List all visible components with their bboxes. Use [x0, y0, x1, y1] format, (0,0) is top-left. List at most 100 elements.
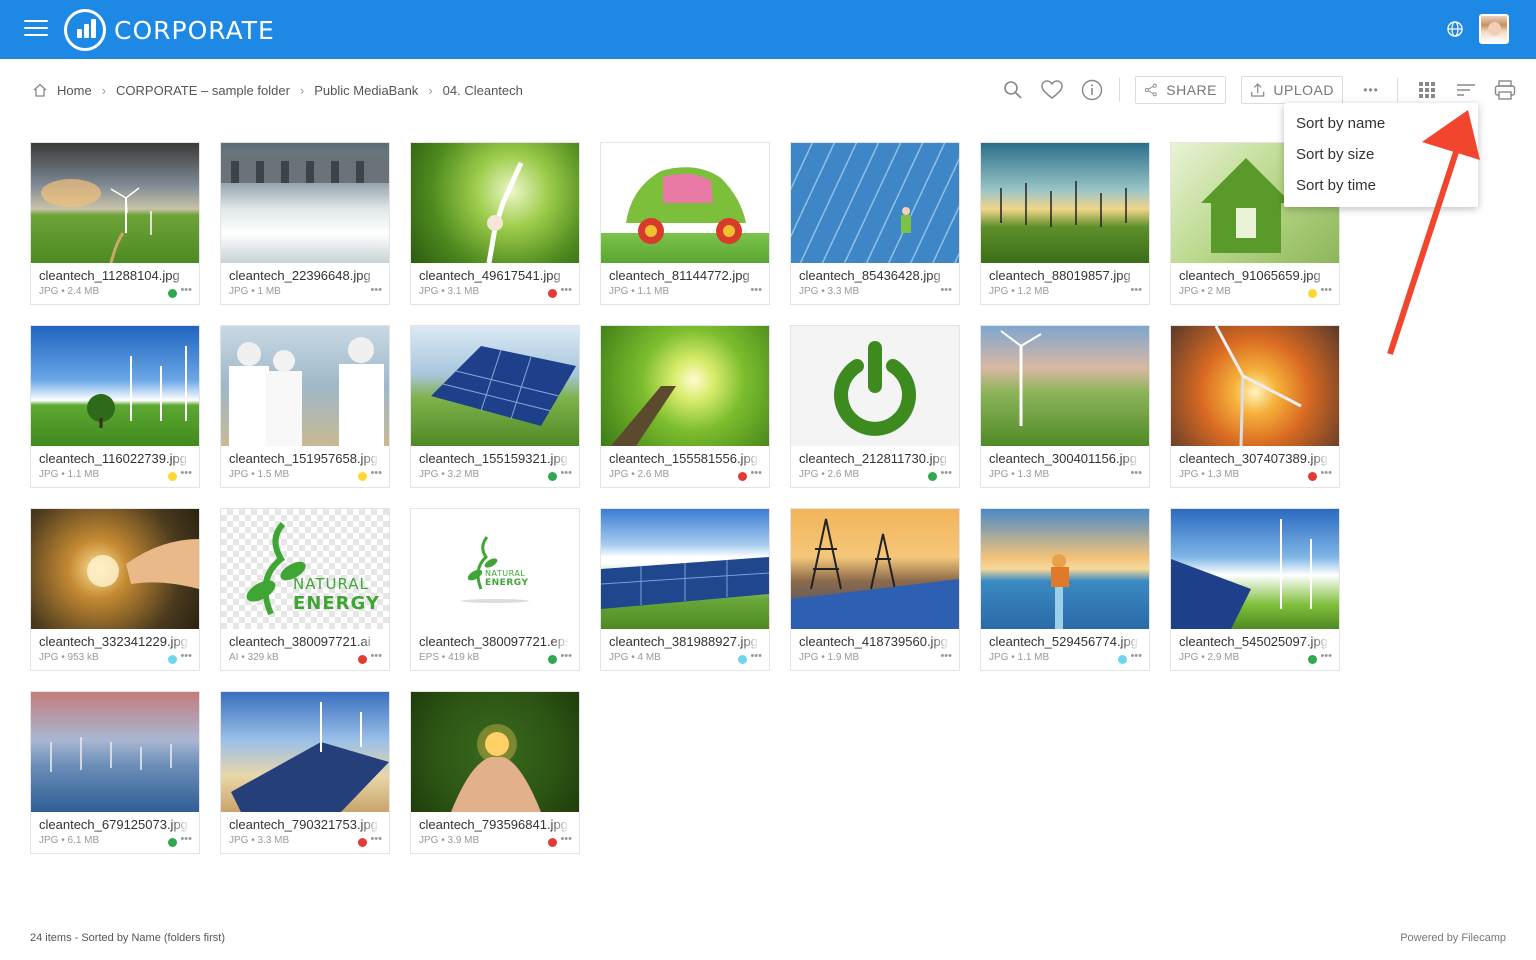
file-card[interactable]: cleantech_11288104.jpg JPG • 2.4 MB ••• — [30, 142, 200, 305]
file-name: cleantech_529456774.jpg — [989, 634, 1139, 649]
powered-by-link[interactable]: Powered by Filecamp — [1400, 932, 1506, 944]
file-name: cleantech_307407389.jpg — [1179, 451, 1329, 466]
file-card[interactable]: cleantech_332341229.jpg JPG • 953 kB ••• — [30, 508, 200, 671]
file-meta: JPG • 2.4 MB — [39, 286, 100, 297]
file-card[interactable]: cleantech_545025097.jpg JPG • 2.9 MB ••• — [1170, 508, 1340, 671]
status-text: 24 items - Sorted by Name (folders first… — [30, 932, 226, 944]
sort-by-name-option[interactable]: Sort by name — [1284, 109, 1478, 140]
more-icon[interactable]: ••• — [560, 833, 572, 845]
sort-button[interactable] — [1453, 74, 1479, 106]
file-card[interactable]: cleantech_155581556.jpg JPG • 2.6 MB ••• — [600, 325, 770, 488]
user-avatar[interactable] — [1479, 14, 1509, 44]
file-meta: JPG • 1.1 MB — [39, 469, 100, 480]
file-name: cleantech_11288104.jpg — [39, 268, 189, 283]
file-card[interactable]: cleantech_790321753.jpg JPG • 3.3 MB ••• — [220, 691, 390, 854]
file-name: cleantech_380097721.eps — [419, 634, 569, 649]
more-icon[interactable]: ••• — [370, 284, 382, 296]
more-icon[interactable]: ••• — [180, 650, 192, 662]
more-icon[interactable]: ••• — [750, 284, 762, 296]
upload-button[interactable]: UPLOAD — [1241, 76, 1343, 104]
sort-by-size-option[interactable]: Sort by size — [1284, 140, 1478, 171]
more-icon[interactable]: ••• — [180, 833, 192, 845]
search-icon — [1004, 81, 1022, 99]
more-icon[interactable]: ••• — [180, 467, 192, 479]
file-card[interactable]: cleantech_155159321.jpg JPG • 3.2 MB ••• — [410, 325, 580, 488]
color-label-dot — [168, 472, 177, 481]
search-button[interactable] — [1000, 74, 1026, 106]
more-options-button[interactable]: ••• — [1357, 74, 1385, 106]
print-button[interactable] — [1492, 74, 1518, 106]
more-icon[interactable]: ••• — [560, 650, 572, 662]
more-icon[interactable]: ••• — [940, 284, 952, 296]
color-label-dot — [168, 838, 177, 847]
more-icon[interactable]: ••• — [1320, 467, 1332, 479]
file-card[interactable]: cleantech_793596841.jpg JPG • 3.9 MB ••• — [410, 691, 580, 854]
file-thumbnail — [791, 143, 959, 263]
file-card[interactable]: cleantech_529456774.jpg JPG • 1.1 MB ••• — [980, 508, 1150, 671]
logo-chart-icon — [64, 9, 106, 51]
file-card[interactable]: cleantech_85436428.jpg JPG • 3.3 MB ••• — [790, 142, 960, 305]
file-thumbnail: NATURAL ENERGY — [221, 509, 389, 629]
file-card[interactable]: NATURAL ENERGY cleantech_380097721.ai AI … — [220, 508, 390, 671]
more-icon[interactable]: ••• — [180, 284, 192, 296]
more-icon[interactable]: ••• — [370, 467, 382, 479]
file-thumbnail — [981, 509, 1149, 629]
file-name: cleantech_81144772.jpg — [609, 268, 759, 283]
more-icon[interactable]: ••• — [560, 467, 572, 479]
more-icon[interactable]: ••• — [750, 467, 762, 479]
more-icon[interactable]: ••• — [1320, 284, 1332, 296]
more-icon[interactable]: ••• — [1130, 284, 1142, 296]
more-icon[interactable]: ••• — [560, 284, 572, 296]
grid-view-button[interactable] — [1414, 74, 1440, 106]
color-label-dot — [358, 655, 367, 664]
file-name: cleantech_151957658.jpg — [229, 451, 379, 466]
sort-by-time-option[interactable]: Sort by time — [1284, 171, 1478, 202]
more-icon[interactable]: ••• — [370, 650, 382, 662]
file-thumbnail — [1171, 326, 1339, 446]
file-card[interactable]: cleantech_49617541.jpg JPG • 3.1 MB ••• — [410, 142, 580, 305]
color-label-dot — [1118, 655, 1127, 664]
more-icon[interactable]: ••• — [1130, 650, 1142, 662]
more-icon[interactable]: ••• — [1130, 467, 1142, 479]
file-card[interactable]: NATURAL ENERGY cleantech_380097721.eps EP… — [410, 508, 580, 671]
more-icon[interactable]: ••• — [940, 650, 952, 662]
share-button[interactable]: SHARE — [1135, 76, 1226, 104]
more-icon[interactable]: ••• — [750, 650, 762, 662]
file-name: cleantech_116022739.jpg — [39, 451, 189, 466]
file-meta: JPG • 3.3 MB — [229, 835, 290, 846]
file-card[interactable]: cleantech_116022739.jpg JPG • 1.1 MB ••• — [30, 325, 200, 488]
heart-icon — [1041, 80, 1063, 99]
file-thumbnail — [411, 326, 579, 446]
more-icon[interactable]: ••• — [370, 833, 382, 845]
file-card[interactable]: cleantech_88019857.jpg JPG • 1.2 MB ••• — [980, 142, 1150, 305]
globe-icon[interactable] — [1446, 20, 1464, 38]
file-card[interactable]: cleantech_307407389.jpg JPG • 1.3 MB ••• — [1170, 325, 1340, 488]
file-card[interactable]: cleantech_212811730.jpg JPG • 2.6 MB ••• — [790, 325, 960, 488]
file-card[interactable]: cleantech_679125073.jpg JPG • 6.1 MB ••• — [30, 691, 200, 854]
file-thumbnail — [411, 692, 579, 812]
file-thumbnail — [791, 326, 959, 446]
favorite-button[interactable] — [1039, 74, 1065, 106]
color-label-dot — [548, 838, 557, 847]
more-icon[interactable]: ••• — [940, 467, 952, 479]
brand-logo[interactable]: CORPORATE — [64, 9, 275, 51]
file-name: cleantech_679125073.jpg — [39, 817, 189, 832]
file-card[interactable]: cleantech_381988927.jpg JPG • 4 MB ••• — [600, 508, 770, 671]
menu-icon[interactable] — [24, 20, 48, 40]
file-card[interactable]: cleantech_81144772.jpg JPG • 1.1 MB ••• — [600, 142, 770, 305]
natural-energy-logo-text: NATURAL ENERGY — [485, 569, 529, 588]
file-meta: JPG • 2.6 MB — [799, 469, 860, 480]
sort-icon — [1457, 84, 1475, 96]
file-meta: JPG • 6.1 MB — [39, 835, 100, 846]
file-thumbnail — [221, 692, 389, 812]
more-icon[interactable]: ••• — [1320, 650, 1332, 662]
file-name: cleantech_332341229.jpg — [39, 634, 189, 649]
file-card[interactable]: cleantech_151957658.jpg JPG • 1.5 MB ••• — [220, 325, 390, 488]
file-card[interactable]: cleantech_22396648.jpg JPG • 1 MB ••• — [220, 142, 390, 305]
file-name: cleantech_380097721.ai — [229, 634, 379, 649]
info-button[interactable] — [1079, 74, 1105, 106]
upload-label: UPLOAD — [1273, 82, 1334, 98]
file-card[interactable]: cleantech_300401156.jpg JPG • 1.3 MB ••• — [980, 325, 1150, 488]
file-card[interactable]: cleantech_418739560.jpg JPG • 1.9 MB ••• — [790, 508, 960, 671]
file-meta: JPG • 1.9 MB — [799, 652, 860, 663]
